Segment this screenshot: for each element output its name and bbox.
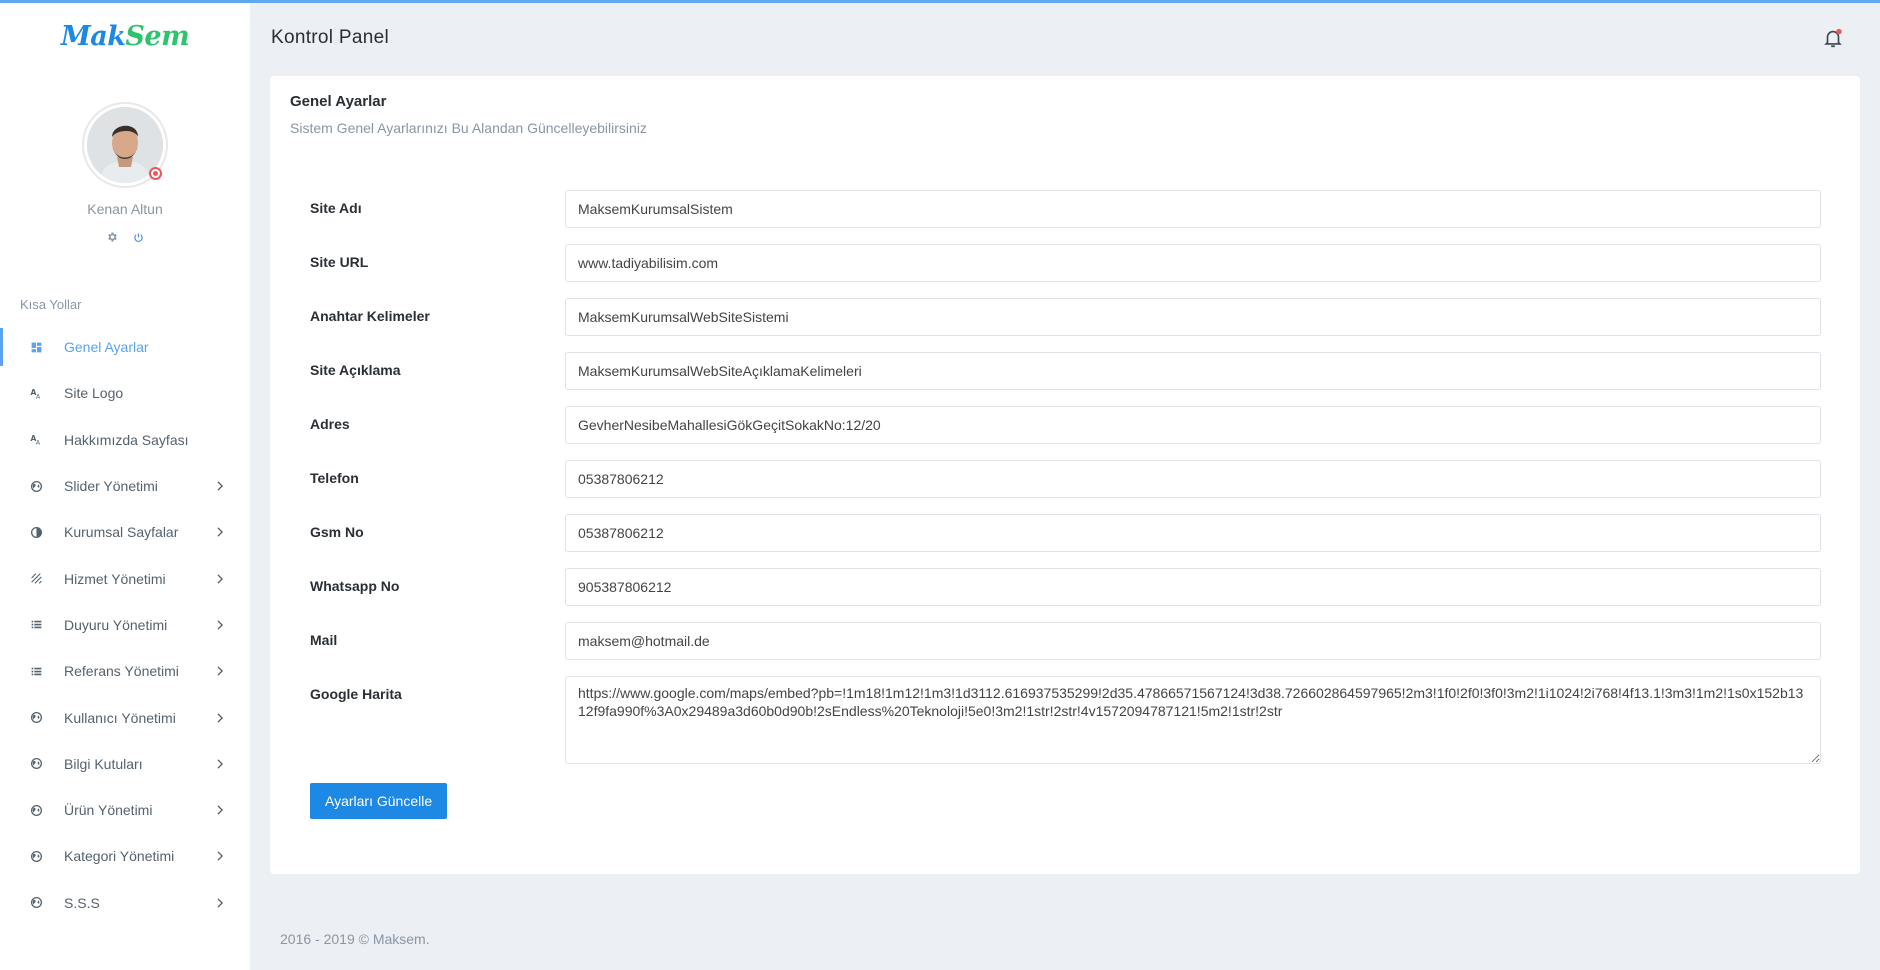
sidebar-item-genel-ayarlar[interactable]: Genel Ayarlar bbox=[0, 324, 250, 370]
sidebar-item-label: Kurumsal Sayfalar bbox=[64, 524, 179, 541]
sidebar-item-hizmet-yönetimi[interactable]: Hizmet Yönetimi bbox=[0, 555, 250, 601]
notification-bell-icon[interactable] bbox=[1822, 27, 1844, 49]
footer-copyright: 2016 - 2019 © Maksem. bbox=[280, 931, 430, 947]
sidebar-menu: Genel Ayarlar A A Site Logo A A Hakkımızda Say… bbox=[0, 324, 250, 926]
sidebar-item-hakkımızda-sayfası[interactable]: A A Hakkımızda Sayfası bbox=[0, 417, 250, 463]
gsm-no-input[interactable] bbox=[565, 514, 1821, 552]
site-url-input[interactable] bbox=[565, 244, 1821, 282]
sidebar-item-label: Hakkımızda Sayfası bbox=[64, 431, 189, 448]
globe-icon bbox=[28, 848, 44, 864]
field-label: Whatsapp No bbox=[310, 578, 400, 594]
field-label: Google Harita bbox=[310, 686, 402, 702]
globe-icon bbox=[28, 710, 44, 726]
sidebar-item-label: Kullanıcı Yönetimi bbox=[64, 709, 176, 726]
brand-logo-part1: Mak bbox=[60, 21, 126, 52]
settings-gear-icon[interactable] bbox=[106, 231, 118, 246]
sidebar-item-label: Duyuru Yönetimi bbox=[64, 616, 168, 633]
globe-icon bbox=[28, 756, 44, 772]
field-label: Gsm No bbox=[310, 524, 364, 540]
list-icon bbox=[28, 663, 44, 679]
globe-icon bbox=[28, 802, 44, 818]
chevron-right-icon bbox=[216, 756, 226, 772]
texture-icon bbox=[28, 571, 44, 587]
mail-input[interactable] bbox=[565, 622, 1821, 660]
menu-section-title: Kısa Yollar bbox=[20, 297, 82, 312]
chevron-right-icon bbox=[216, 802, 226, 818]
svg-text:A: A bbox=[35, 440, 40, 447]
top-header: Kontrol Panel bbox=[250, 3, 1880, 70]
brand-logo[interactable]: MakSem bbox=[0, 21, 250, 52]
sidebar-item-label: Genel Ayarlar bbox=[64, 339, 149, 356]
avatar[interactable] bbox=[82, 102, 168, 188]
update-settings-button[interactable]: Ayarları Güncelle bbox=[310, 783, 448, 819]
chevron-right-icon bbox=[216, 848, 226, 864]
text-format-icon: AA bbox=[28, 385, 44, 401]
chevron-right-icon bbox=[216, 478, 226, 494]
page-title: Kontrol Panel bbox=[271, 27, 389, 48]
field-label: Telefon bbox=[310, 470, 359, 486]
text-format-icon: AA bbox=[28, 432, 44, 448]
sidebar-item-label: Bilgi Kutuları bbox=[64, 755, 143, 772]
chevron-right-icon bbox=[216, 524, 226, 540]
card-subtitle: Sistem Genel Ayarlarınızı Bu Alandan Gün… bbox=[290, 120, 647, 136]
sidebar-item-label: Kategori Yönetimi bbox=[64, 848, 175, 865]
user-name: Kenan Altun bbox=[87, 201, 163, 217]
sidebar-item-label: Referans Yönetimi bbox=[64, 663, 179, 680]
sidebar-item-kurumsal-sayfalar[interactable]: Kurumsal Sayfalar bbox=[0, 509, 250, 555]
list-icon bbox=[28, 617, 44, 633]
svg-text:A: A bbox=[35, 393, 40, 400]
sidebar-item-s-s-s[interactable]: S.S.S bbox=[0, 880, 250, 926]
sidebar-item-ürün-yönetimi[interactable]: Ürün Yönetimi bbox=[0, 787, 250, 833]
sidebar-item-slider-yönetimi[interactable]: Slider Yönetimi bbox=[0, 463, 250, 509]
sidebar-item-referans-yönetimi[interactable]: Referans Yönetimi bbox=[0, 648, 250, 694]
field-label: Site URL bbox=[310, 254, 369, 270]
site-adı-input[interactable] bbox=[565, 190, 1821, 228]
sidebar-item-site-logo[interactable]: A A Site Logo bbox=[0, 370, 250, 416]
globe-icon bbox=[28, 478, 44, 494]
brand-logo-part2: Sem bbox=[125, 21, 190, 52]
google-harita-textarea[interactable] bbox=[565, 676, 1821, 764]
sidebar-item-label: S.S.S bbox=[64, 894, 100, 911]
power-icon[interactable] bbox=[133, 231, 144, 246]
chevron-right-icon bbox=[216, 663, 226, 679]
field-label: Site Adı bbox=[310, 200, 362, 216]
sidebar-item-duyuru-yönetimi[interactable]: Duyuru Yönetimi bbox=[0, 602, 250, 648]
sidebar: MakSem Kenan Altun Kısa Yollar Genel Aya… bbox=[0, 3, 250, 970]
chevron-right-icon bbox=[216, 895, 226, 911]
whatsapp-no-input[interactable] bbox=[565, 568, 1821, 606]
field-label: Site Açıklama bbox=[310, 362, 401, 378]
status-indicator bbox=[149, 167, 162, 180]
settings-card: Genel Ayarlar Sistem Genel Ayarlarınızı … bbox=[270, 76, 1860, 874]
site-açıklama-input[interactable] bbox=[565, 352, 1821, 390]
sidebar-item-kategori-yönetimi[interactable]: Kategori Yönetimi bbox=[0, 833, 250, 879]
contrast-icon bbox=[28, 524, 44, 540]
field-label: Mail bbox=[310, 632, 338, 648]
sidebar-item-label: Hizmet Yönetimi bbox=[64, 570, 166, 587]
telefon-input[interactable] bbox=[565, 460, 1821, 498]
notification-dot bbox=[1836, 28, 1842, 35]
field-label: Adres bbox=[310, 416, 350, 432]
sidebar-item-bilgi-kutuları[interactable]: Bilgi Kutuları bbox=[0, 741, 250, 787]
chevron-right-icon bbox=[216, 617, 226, 633]
sidebar-item-label: Ürün Yönetimi bbox=[64, 802, 153, 819]
anahtar-kelimeler-input[interactable] bbox=[565, 298, 1821, 336]
chevron-right-icon bbox=[216, 710, 226, 726]
globe-icon bbox=[28, 895, 44, 911]
sidebar-item-label: Slider Yönetimi bbox=[64, 478, 158, 495]
user-actions bbox=[0, 231, 250, 246]
sidebar-item-kullanıcı-yönetimi[interactable]: Kullanıcı Yönetimi bbox=[0, 694, 250, 740]
dashboard-icon bbox=[28, 339, 44, 355]
card-title: Genel Ayarlar bbox=[290, 93, 387, 110]
field-label: Anahtar Kelimeler bbox=[310, 308, 430, 324]
adres-input[interactable] bbox=[565, 406, 1821, 444]
chevron-right-icon bbox=[216, 571, 226, 587]
sidebar-item-label: Site Logo bbox=[64, 385, 124, 402]
